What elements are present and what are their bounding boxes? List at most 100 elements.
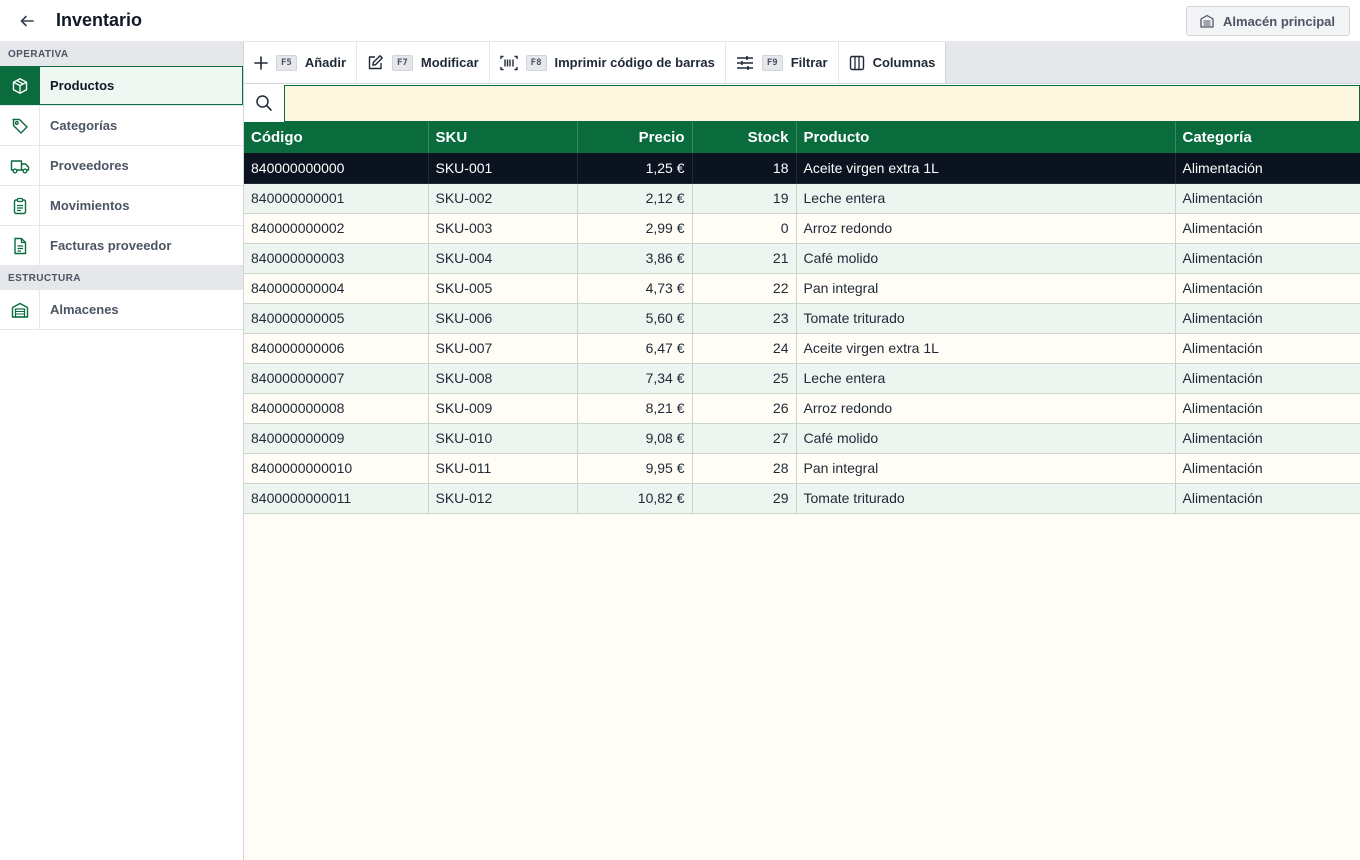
- search-input[interactable]: [284, 85, 1360, 122]
- print-barcode-button-label: Imprimir código de barras: [554, 55, 715, 70]
- cell-sku: SKU-009: [428, 393, 578, 424]
- sidebar-item-label: Proveedores: [50, 158, 129, 173]
- sidebar: OPERATIVA Productos Categorías Proveedor…: [0, 42, 244, 860]
- filter-button-label: Filtrar: [790, 55, 828, 70]
- cell-sku: SKU-003: [428, 213, 578, 244]
- columns-icon: [849, 55, 864, 70]
- cell-codigo: 840000000002: [244, 213, 429, 244]
- column-header-codigo[interactable]: Código: [244, 122, 429, 153]
- sidebar-item-categorias[interactable]: Categorías: [0, 106, 243, 146]
- table-row[interactable]: 840000000002 SKU-003 2,99 €0 Arroz redondo A…: [244, 213, 1360, 244]
- shortcut-key: F5: [276, 54, 297, 71]
- cell-producto: Arroz redondo: [796, 213, 1176, 244]
- cell-codigo: 840000000008: [244, 393, 429, 424]
- table-row[interactable]: 840000000000 SKU-001 1,25 €18 Aceite virgen…: [244, 153, 1360, 184]
- cell-precio: 4,73 €: [577, 273, 693, 304]
- sidebar-item-label: Categorías: [50, 118, 118, 133]
- table-row[interactable]: 840000000006 SKU-007 6,47 €24 Aceite virgen…: [244, 333, 1360, 364]
- filter-button[interactable]: F9 Filtrar: [725, 42, 839, 83]
- print-barcode-button[interactable]: F8 Imprimir código de barras: [489, 42, 726, 83]
- cell-sku: SKU-004: [428, 243, 578, 274]
- cell-stock: 25: [692, 363, 797, 394]
- columns-button-label: Columnas: [872, 55, 936, 70]
- cell-producto: Arroz redondo: [796, 393, 1176, 424]
- clipboard-icon: [13, 197, 26, 214]
- table-row[interactable]: 840000000007 SKU-008 7,34 €25 Leche entera A…: [244, 363, 1360, 394]
- cell-codigo: 8400000000011: [244, 483, 429, 514]
- cell-producto: Tomate triturado: [796, 483, 1176, 514]
- cell-producto: Pan integral: [796, 273, 1176, 304]
- sliders-icon: [736, 55, 753, 70]
- table-row[interactable]: 8400000000011 SKU-012 10,82 €29 Tomate trit…: [244, 483, 1360, 514]
- cell-producto: Leche entera: [796, 183, 1176, 214]
- main-content: F5 Añadir F7 Modificar F8 Imprimir códig…: [244, 42, 1360, 860]
- cell-stock: 19: [692, 183, 797, 214]
- cell-sku: SKU-005: [428, 273, 578, 304]
- truck-icon: [10, 159, 29, 173]
- sidebar-item-facturas-proveedor[interactable]: Facturas proveedor: [0, 226, 243, 266]
- cell-sku: SKU-002: [428, 183, 578, 214]
- box-icon: [12, 77, 27, 94]
- sidebar-item-proveedores[interactable]: Proveedores: [0, 146, 243, 186]
- edit-button[interactable]: F7 Modificar: [357, 42, 490, 83]
- cell-precio: 2,12 €: [577, 183, 693, 214]
- cell-categoria: Alimentación: [1175, 423, 1360, 454]
- sidebar-item-label: Movimientos: [50, 198, 130, 213]
- cell-producto: Tomate triturado: [796, 303, 1176, 334]
- table-row[interactable]: 840000000008 SKU-009 8,21 €26 Arroz redondo…: [244, 393, 1360, 424]
- sidebar-item-movimientos[interactable]: Movimientos: [0, 186, 243, 226]
- column-header-sku[interactable]: SKU: [428, 122, 578, 153]
- document-icon: [13, 237, 26, 254]
- cell-sku: SKU-001: [428, 153, 578, 184]
- search-icon: [256, 95, 272, 111]
- cell-codigo: 840000000005: [244, 303, 429, 334]
- barcode-icon: [499, 55, 518, 70]
- cell-precio: 2,99 €: [577, 213, 693, 244]
- cell-categoria: Alimentación: [1175, 453, 1360, 484]
- cell-sku: SKU-011: [428, 453, 578, 484]
- sidebar-section-estructura: ESTRUCTURA: [0, 266, 243, 290]
- shortcut-key: F8: [525, 54, 547, 71]
- warehouse-selector-button[interactable]: Almacén principal: [1186, 6, 1350, 36]
- column-header-categoria[interactable]: Categoría: [1175, 122, 1360, 153]
- table-row[interactable]: 840000000009 SKU-010 9,08 €27 Café molido Al…: [244, 423, 1360, 454]
- sidebar-section-operativa: OPERATIVA: [0, 42, 243, 66]
- cell-codigo: 840000000006: [244, 333, 429, 364]
- column-header-stock[interactable]: Stock: [692, 122, 797, 153]
- warehouse-selector-label: Almacén principal: [1223, 13, 1335, 29]
- table-header-row: Código SKU Precio Stock Producto Categor…: [244, 122, 1360, 153]
- table-row[interactable]: 8400000000010 SKU-011 9,95 €28 Pan integral…: [244, 453, 1360, 484]
- app-header: Inventario Almacén principal: [0, 0, 1360, 42]
- warehouse-icon: [11, 302, 28, 318]
- cell-categoria: Alimentación: [1175, 393, 1360, 424]
- cell-categoria: Alimentación: [1175, 303, 1360, 334]
- cell-stock: 23: [692, 303, 797, 334]
- add-button-label: Añadir: [304, 55, 347, 70]
- warehouse-icon: [1200, 14, 1214, 28]
- cell-stock: 18: [692, 153, 797, 184]
- sidebar-item-productos[interactable]: Productos: [0, 66, 243, 106]
- cell-sku: SKU-012: [428, 483, 578, 514]
- shortcut-key: F7: [392, 54, 413, 71]
- cell-producto: Café molido: [796, 243, 1176, 274]
- toolbar: F5 Añadir F7 Modificar F8 Imprimir códig…: [244, 42, 1360, 84]
- cell-precio: 9,95 €: [577, 453, 693, 484]
- column-header-precio[interactable]: Precio: [577, 122, 693, 153]
- edit-icon: [368, 55, 383, 70]
- back-button[interactable]: [12, 6, 42, 36]
- add-button[interactable]: F5 Añadir: [244, 42, 358, 83]
- table-row[interactable]: 840000000001 SKU-002 2,12 €19 Leche entera A…: [244, 183, 1360, 214]
- cell-categoria: Alimentación: [1175, 243, 1360, 274]
- cell-stock: 27: [692, 423, 797, 454]
- table-row[interactable]: 840000000005 SKU-006 5,60 €23 Tomate tritur…: [244, 303, 1360, 334]
- shortcut-key: F9: [761, 54, 783, 71]
- table-body: 840000000000 SKU-001 1,25 €18 Aceite virgen…: [244, 153, 1360, 514]
- column-header-producto[interactable]: Producto: [796, 122, 1176, 153]
- table-row[interactable]: 840000000003 SKU-004 3,86 €21 Café molido Al…: [244, 243, 1360, 274]
- sidebar-item-label: Productos: [40, 66, 243, 105]
- cell-codigo: 840000000007: [244, 363, 429, 394]
- table-row[interactable]: 840000000004 SKU-005 4,73 €22 Pan integral A…: [244, 273, 1360, 304]
- sidebar-item-almacenes[interactable]: Almacenes: [0, 290, 243, 330]
- cell-codigo: 8400000000010: [244, 453, 429, 484]
- columns-button[interactable]: Columnas: [838, 42, 947, 83]
